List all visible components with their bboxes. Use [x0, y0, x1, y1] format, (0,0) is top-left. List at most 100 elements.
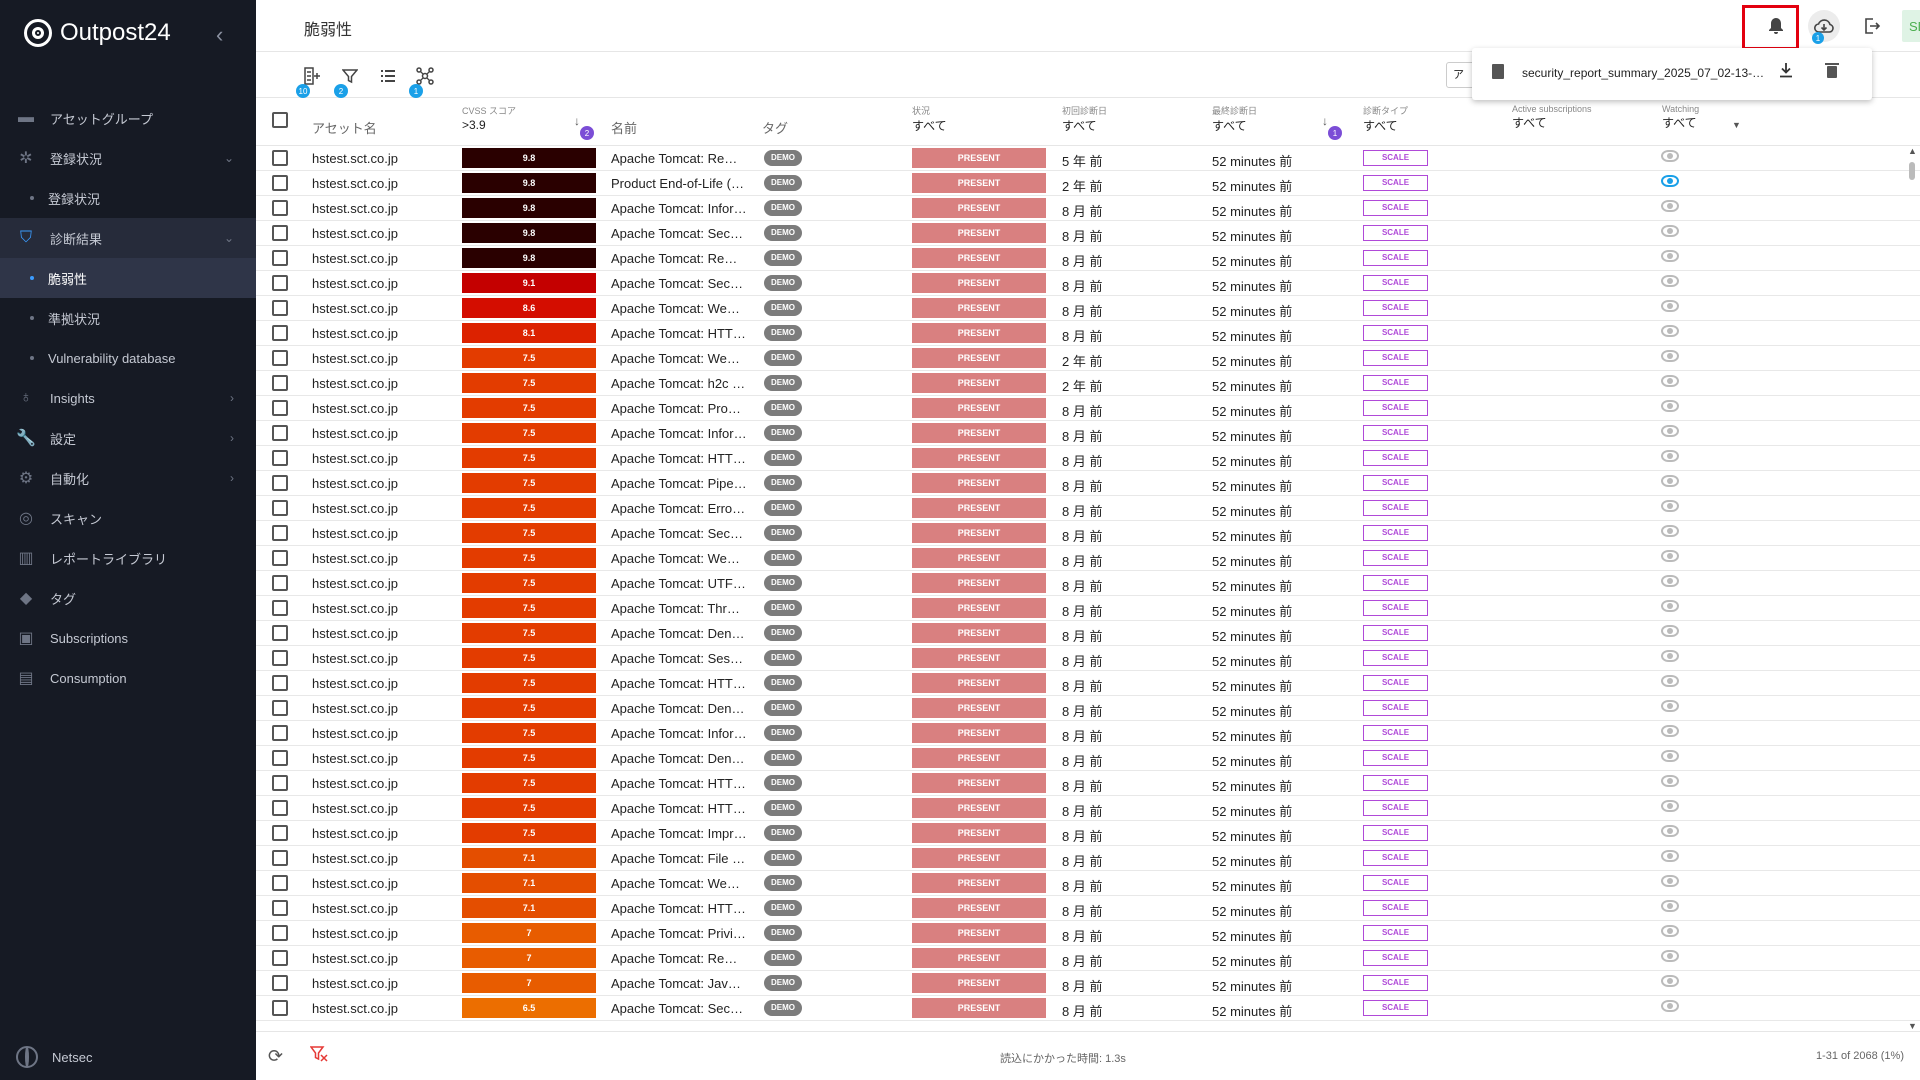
tag-badge[interactable]: DEMO [764, 825, 802, 841]
eye-icon[interactable] [1661, 450, 1679, 462]
vulnerability-name[interactable]: Apache Tomcat: WebSocket DoS [611, 551, 747, 566]
eye-icon[interactable] [1661, 300, 1679, 312]
table-row[interactable]: hstest.sct.co.jp 7.5 Apache Tomcat: Denial… [256, 621, 1920, 646]
table-row[interactable]: hstest.sct.co.jp 7.1 Apache Tomcat: WebSoc… [256, 871, 1920, 896]
vulnerability-name[interactable]: Apache Tomcat: Security Bypass [611, 276, 747, 291]
table-row[interactable]: hstest.sct.co.jp 9.1 Apache Tomcat: Securi… [256, 271, 1920, 296]
scroll-down-icon[interactable]: ▼ [1908, 1021, 1917, 1031]
tag-badge[interactable]: DEMO [764, 300, 802, 316]
row-checkbox[interactable] [272, 550, 288, 566]
sidebar-item-2[interactable]: 登録状況 [0, 178, 256, 218]
asset-name[interactable]: hstest.sct.co.jp [312, 926, 398, 941]
clear-filters-button[interactable] [309, 1046, 328, 1067]
eye-icon[interactable] [1661, 975, 1679, 987]
vulnerability-name[interactable]: Apache Tomcat: HTTP/2 DoS [611, 801, 747, 816]
tag-badge[interactable]: DEMO [764, 725, 802, 741]
asset-name[interactable]: hstest.sct.co.jp [312, 826, 398, 841]
eye-icon[interactable] [1661, 475, 1679, 487]
tag-badge[interactable]: DEMO [764, 950, 802, 966]
table-row[interactable]: hstest.sct.co.jp 9.8 Apache Tomcat: Inform… [256, 196, 1920, 221]
vulnerability-name[interactable]: Apache Tomcat: HTTP/2 DoS [611, 451, 747, 466]
table-row[interactable]: hstest.sct.co.jp 7.5 Apache Tomcat: Denial… [256, 696, 1920, 721]
tag-badge[interactable]: DEMO [764, 575, 802, 591]
tag-badge[interactable]: DEMO [764, 525, 802, 541]
asset-name[interactable]: hstest.sct.co.jp [312, 1001, 398, 1016]
sidebar-item-4[interactable]: 脆弱性 [0, 258, 256, 298]
vulnerability-name[interactable]: Apache Tomcat: Remote Code Execution [611, 251, 747, 266]
row-checkbox[interactable] [272, 250, 288, 266]
sidebar-item-0[interactable]: ▬ アセットグループ [0, 98, 256, 138]
asset-name[interactable]: hstest.sct.co.jp [312, 451, 398, 466]
watch-dropdown-icon[interactable]: ▼ [1732, 120, 1741, 130]
chevron-down-icon[interactable]: ⌄ [224, 231, 234, 245]
tag-badge[interactable]: DEMO [764, 800, 802, 816]
sidebar-item-9[interactable]: ⚙ 自動化 › [0, 458, 256, 498]
vulnerability-name[interactable]: Apache Tomcat: Security Bypass [611, 1001, 747, 1016]
eye-icon[interactable] [1661, 750, 1679, 762]
table-row[interactable]: hstest.sct.co.jp 7.5 Apache Tomcat: UTF-8 … [256, 571, 1920, 596]
row-checkbox[interactable] [272, 875, 288, 891]
asset-name[interactable]: hstest.sct.co.jp [312, 801, 398, 816]
row-checkbox[interactable] [272, 800, 288, 816]
eye-icon[interactable] [1661, 550, 1679, 562]
row-checkbox[interactable] [272, 675, 288, 691]
tag-badge[interactable]: DEMO [764, 775, 802, 791]
row-checkbox[interactable] [272, 700, 288, 716]
vulnerability-name[interactable]: Apache Tomcat: WebSocket DoS [611, 301, 747, 316]
eye-icon[interactable] [1661, 175, 1679, 187]
logout-button[interactable] [1856, 10, 1888, 42]
vulnerability-name[interactable]: Apache Tomcat: Error Handling [611, 501, 747, 516]
asset-name[interactable]: hstest.sct.co.jp [312, 251, 398, 266]
vulnerability-name[interactable]: Apache Tomcat: Information Disclosure [611, 201, 747, 216]
table-row[interactable]: hstest.sct.co.jp 7.5 Apache Tomcat: Pipeli… [256, 471, 1920, 496]
chevron-right-icon[interactable]: › [230, 391, 234, 405]
eye-icon[interactable] [1661, 600, 1679, 612]
table-row[interactable]: hstest.sct.co.jp 9.8 Apache Tomcat: Remote… [256, 146, 1920, 171]
vulnerability-name[interactable]: Product End-of-Life (EOL) [611, 176, 747, 191]
tag-badge[interactable]: DEMO [764, 375, 802, 391]
table-row[interactable]: hstest.sct.co.jp 7.5 Apache Tomcat: Thread… [256, 596, 1920, 621]
chevron-down-icon[interactable]: ⌄ [224, 151, 234, 165]
eye-icon[interactable] [1661, 1000, 1679, 1012]
status-filter-value[interactable]: すべて [912, 119, 947, 133]
vulnerability-name[interactable]: Apache Tomcat: h2c DoS [611, 376, 747, 391]
tag-badge[interactable]: DEMO [764, 450, 802, 466]
table-row[interactable]: hstest.sct.co.jp 6.5 Apache Tomcat: Securi… [256, 996, 1920, 1021]
tag-badge[interactable]: DEMO [764, 850, 802, 866]
eye-icon[interactable] [1661, 950, 1679, 962]
asset-name[interactable]: hstest.sct.co.jp [312, 151, 398, 166]
asset-name[interactable]: hstest.sct.co.jp [312, 751, 398, 766]
tag-badge[interactable]: DEMO [764, 225, 802, 241]
graph-view-button[interactable]: 1 [409, 64, 437, 98]
asset-name[interactable]: hstest.sct.co.jp [312, 276, 398, 291]
row-checkbox[interactable] [272, 475, 288, 491]
asset-name[interactable]: hstest.sct.co.jp [312, 626, 398, 641]
row-checkbox[interactable] [272, 925, 288, 941]
row-checkbox[interactable] [272, 575, 288, 591]
eye-icon[interactable] [1661, 675, 1679, 687]
table-row[interactable]: hstest.sct.co.jp 7.5 Apache Tomcat: Denial… [256, 746, 1920, 771]
row-checkbox[interactable] [272, 150, 288, 166]
table-row[interactable]: hstest.sct.co.jp 7.5 Apache Tomcat: Inform… [256, 421, 1920, 446]
refresh-button[interactable]: ⟳ [268, 1046, 283, 1067]
tag-badge[interactable]: DEMO [764, 325, 802, 341]
asset-name[interactable]: hstest.sct.co.jp [312, 401, 398, 416]
table-row[interactable]: hstest.sct.co.jp 7.5 Apache Tomcat: HTTP/2… [256, 671, 1920, 696]
eye-icon[interactable] [1661, 850, 1679, 862]
asset-name[interactable]: hstest.sct.co.jp [312, 226, 398, 241]
vulnerability-name[interactable]: Apache Tomcat: Thread Exhaustion [611, 601, 747, 616]
watch-filter-value[interactable]: すべて [1662, 116, 1697, 130]
tag-badge[interactable]: DEMO [764, 425, 802, 441]
table-row[interactable]: hstest.sct.co.jp 7.1 Apache Tomcat: HTTP R… [256, 896, 1920, 921]
table-row[interactable]: hstest.sct.co.jp 7.5 Apache Tomcat: Sessio… [256, 646, 1920, 671]
row-checkbox[interactable] [272, 725, 288, 741]
asset-name[interactable]: hstest.sct.co.jp [312, 501, 398, 516]
eye-icon[interactable] [1661, 350, 1679, 362]
table-row[interactable]: hstest.sct.co.jp 7 Apache Tomcat: JavaServ… [256, 971, 1920, 996]
col-active-subscriptions[interactable]: Active subscriptions すべて [1512, 104, 1592, 131]
vulnerability-name[interactable]: Apache Tomcat: Security Bypass [611, 526, 747, 541]
tag-badge[interactable]: DEMO [764, 750, 802, 766]
vulnerability-name[interactable]: Apache Tomcat: Information Disclosure [611, 726, 747, 741]
tag-badge[interactable]: DEMO [764, 500, 802, 516]
vulnerability-name[interactable]: Apache Tomcat: Privilege Escalation [611, 926, 747, 941]
